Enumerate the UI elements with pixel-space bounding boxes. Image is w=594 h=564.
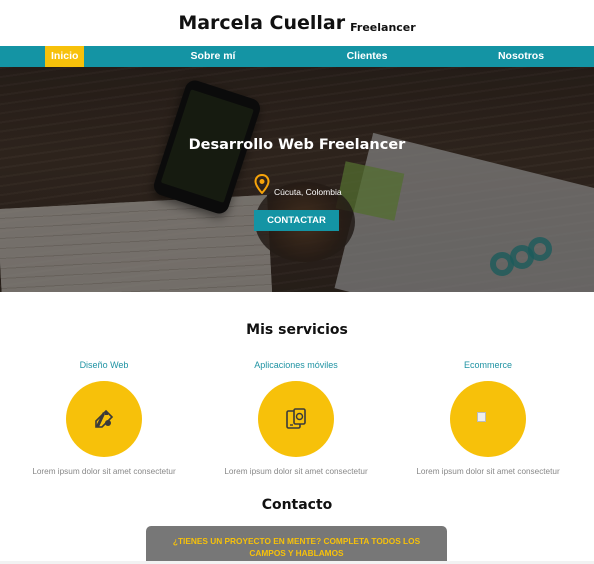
hero-banner: Desarrollo Web Freelancer Cúcuta, Colomb… [0,67,594,292]
contact-cta-button[interactable]: CONTACTAR [254,210,339,231]
hero-location: Cúcuta, Colombia [274,187,342,197]
service-card: Aplicaciones móviles Lorem ipsum dolor s… [206,358,386,476]
contact-title: Contacto [261,497,333,513]
hero-overlay [0,67,594,292]
nav-item-sobre-mi[interactable]: Sobre mí [173,46,253,67]
service-icon-circle [258,381,334,457]
service-description: Lorem ipsum dolor sit amet consectetur [32,467,176,476]
service-description: Lorem ipsum dolor sit amet consectetur [224,467,368,476]
location-pin-icon [254,174,270,194]
site-header: Marcela Cuellar Freelancer [0,0,594,46]
service-icon-circle [450,381,526,457]
service-card: Diseño Web Lorem ipsum dolor sit amet co… [14,358,194,476]
service-card: Ecommerce Lorem ipsum dolor sit amet con… [398,358,578,476]
broken-image-icon [477,412,486,422]
nav-item-clientes[interactable]: Clientes [327,46,407,67]
contact-banner: ¿TIENES UN PROYECTO EN MENTE? COMPLETA T… [146,526,447,564]
service-description: Lorem ipsum dolor sit amet consectetur [416,467,560,476]
service-title: Diseño Web [79,360,129,370]
service-title: Aplicaciones móviles [254,360,338,370]
hero-title: Desarrollo Web Freelancer [188,137,406,153]
nav-item-inicio[interactable]: Inicio [45,46,85,67]
services-title: Mis servicios [246,322,348,338]
brand-tagline: Freelancer [350,21,416,34]
service-icon-circle [66,381,142,457]
brand-name: Marcela Cuellar [178,12,346,34]
main-nav: Inicio Sobre mí Clientes Nosotros [0,46,594,67]
mobile-app-icon [286,408,306,429]
contact-banner-text: ¿TIENES UN PROYECTO EN MENTE? COMPLETA T… [172,536,421,558]
design-tools-icon [95,409,114,428]
nav-item-nosotros[interactable]: Nosotros [481,46,561,67]
service-title: Ecommerce [463,360,512,370]
